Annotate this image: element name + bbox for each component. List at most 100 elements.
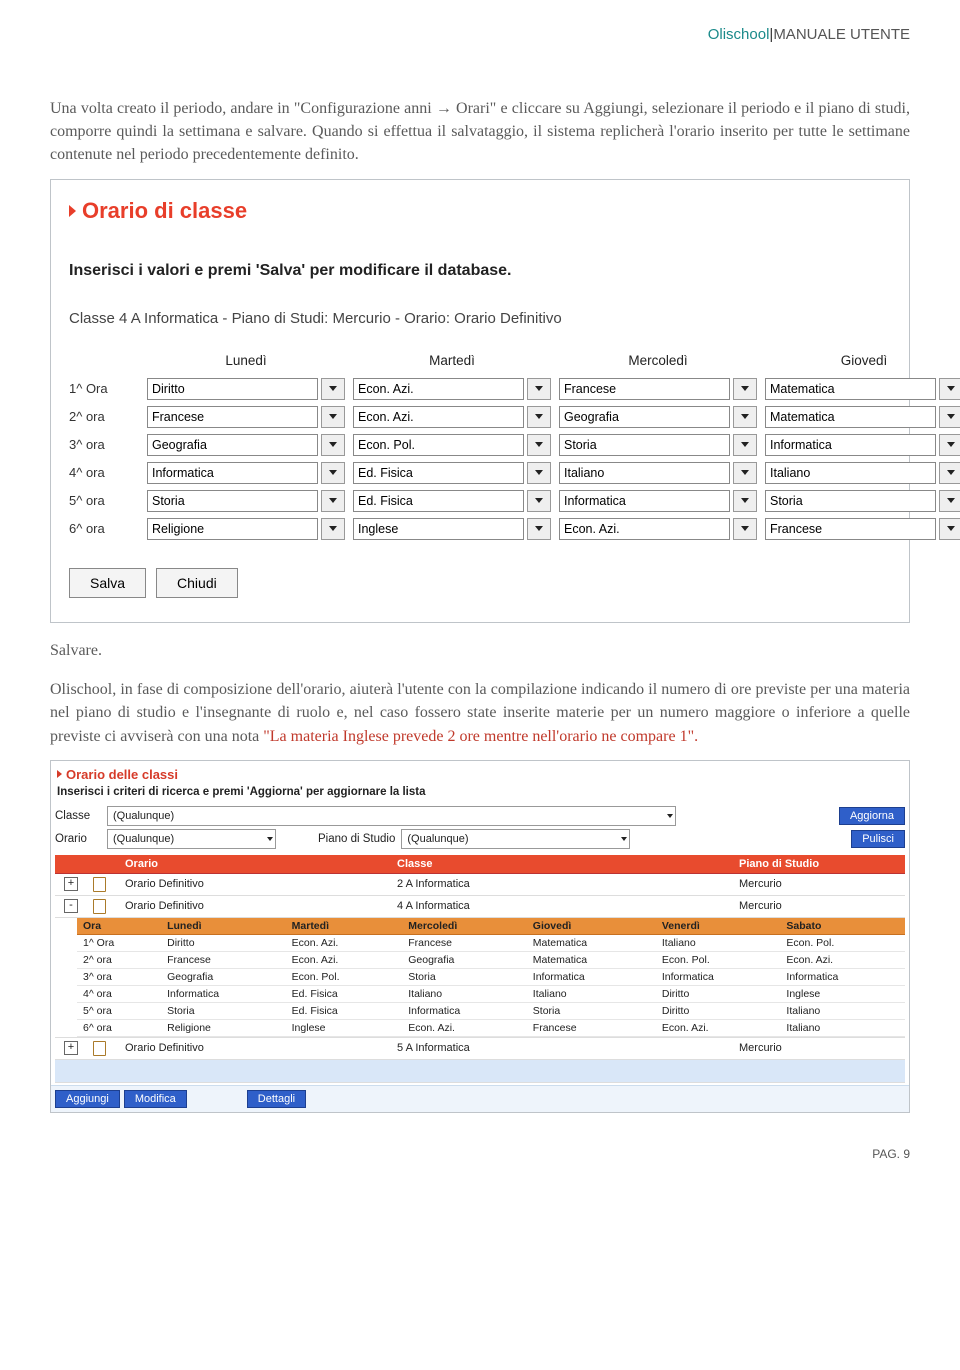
subject-input[interactable] xyxy=(147,518,318,540)
subject-input[interactable] xyxy=(147,490,318,512)
dropdown-toggle[interactable] xyxy=(733,378,757,400)
expand-toggle[interactable]: - xyxy=(55,895,87,917)
details-button[interactable]: Dettagli xyxy=(247,1090,306,1108)
expand-toggle[interactable]: + xyxy=(55,1037,87,1059)
subject-input[interactable] xyxy=(765,490,936,512)
subject-input[interactable] xyxy=(559,406,730,428)
table-row[interactable]: -Orario Definitivo4 A InformaticaMercuri… xyxy=(55,895,905,917)
dropdown-toggle[interactable] xyxy=(939,406,960,428)
subject-input[interactable] xyxy=(353,434,524,456)
subject-input[interactable] xyxy=(147,462,318,484)
cell-piano: Mercurio xyxy=(733,873,905,895)
cell-classe: 5 A Informatica xyxy=(391,1037,733,1059)
subject-input[interactable] xyxy=(147,406,318,428)
paragraph-2: Olischool, in fase di composizione dell'… xyxy=(50,678,910,748)
dropdown-toggle[interactable] xyxy=(321,490,345,512)
subject-input[interactable] xyxy=(353,406,524,428)
chevron-down-icon xyxy=(535,498,543,503)
hour-label: 2^ ora xyxy=(69,409,139,424)
subject-input[interactable] xyxy=(559,518,730,540)
inner-cell: Econ. Pol. xyxy=(780,934,905,951)
inner-cell: Italiano xyxy=(656,934,781,951)
inner-row: 6^ oraReligioneIngleseEcon. Azi.Francese… xyxy=(77,1019,905,1036)
inner-schedule-table: OraLunedìMartedìMercoledìGiovedìVenerdìS… xyxy=(77,918,905,1037)
dropdown-toggle[interactable] xyxy=(527,518,551,540)
minus-icon: - xyxy=(64,899,78,913)
subject-input[interactable] xyxy=(147,378,318,400)
subject-input[interactable] xyxy=(147,434,318,456)
panel-context: Classe 4 A Informatica - Piano di Studi:… xyxy=(69,310,891,327)
expand-toggle[interactable]: + xyxy=(55,873,87,895)
document-icon xyxy=(93,1041,106,1056)
dropdown-toggle[interactable] xyxy=(527,490,551,512)
filter-piano-select[interactable]: (Qualunque) xyxy=(401,829,630,849)
inner-cell: Econ. Azi. xyxy=(402,1019,527,1036)
dropdown-toggle[interactable] xyxy=(527,406,551,428)
dropdown-toggle[interactable] xyxy=(321,378,345,400)
subject-input[interactable] xyxy=(765,378,936,400)
chevron-down-icon xyxy=(329,414,337,419)
dropdown-toggle[interactable] xyxy=(733,406,757,428)
dropdown-toggle[interactable] xyxy=(939,462,960,484)
hour-label: 6^ ora xyxy=(69,521,139,536)
dropdown-toggle[interactable] xyxy=(939,434,960,456)
subject-combo xyxy=(353,378,551,400)
dropdown-toggle[interactable] xyxy=(939,378,960,400)
dropdown-toggle[interactable] xyxy=(733,518,757,540)
dropdown-toggle[interactable] xyxy=(939,490,960,512)
inner-cell: Ed. Fisica xyxy=(286,985,403,1002)
dropdown-toggle[interactable] xyxy=(733,434,757,456)
dropdown-toggle[interactable] xyxy=(321,462,345,484)
dropdown-toggle[interactable] xyxy=(527,434,551,456)
subject-input[interactable] xyxy=(353,462,524,484)
panel2-title: Orario delle classi xyxy=(57,767,905,782)
dropdown-toggle[interactable] xyxy=(527,378,551,400)
subject-combo xyxy=(765,490,960,512)
dropdown-toggle[interactable] xyxy=(321,518,345,540)
filter-orario-select[interactable]: (Qualunque) xyxy=(107,829,276,849)
subject-input[interactable] xyxy=(353,378,524,400)
refresh-button[interactable]: Aggiorna xyxy=(839,807,905,825)
schedule-list-panel: Orario delle classi Inserisci i criteri … xyxy=(50,760,910,1113)
subject-input[interactable] xyxy=(559,434,730,456)
inner-cell: Informatica xyxy=(656,968,781,985)
table-row[interactable]: + Orario Definitivo5 A InformaticaMercuri… xyxy=(55,1037,905,1059)
dropdown-toggle[interactable] xyxy=(733,462,757,484)
table-row[interactable]: +Orario Definitivo2 A InformaticaMercuri… xyxy=(55,873,905,895)
save-button[interactable]: Salva xyxy=(69,568,146,598)
subject-input[interactable] xyxy=(559,378,730,400)
subject-combo xyxy=(147,434,345,456)
subject-input[interactable] xyxy=(559,490,730,512)
schedule-list-table: OrarioClassePiano di Studio+Orario Defin… xyxy=(55,855,905,1083)
inner-cell: Geografia xyxy=(402,951,527,968)
dropdown-toggle[interactable] xyxy=(527,462,551,484)
dropdown-toggle[interactable] xyxy=(321,406,345,428)
cell-orario: Orario Definitivo xyxy=(119,873,391,895)
subject-combo xyxy=(559,434,757,456)
cell-piano: Mercurio xyxy=(733,1037,905,1059)
cell-orario: Orario Definitivo xyxy=(119,1037,391,1059)
subject-input[interactable] xyxy=(353,490,524,512)
dropdown-toggle[interactable] xyxy=(733,490,757,512)
subject-combo xyxy=(765,378,960,400)
edit-button[interactable]: Modifica xyxy=(124,1090,187,1108)
filter-orario-value: (Qualunque) xyxy=(113,833,174,845)
subject-input[interactable] xyxy=(765,434,936,456)
subject-input[interactable] xyxy=(765,462,936,484)
inner-cell: Informatica xyxy=(780,968,905,985)
subject-input[interactable] xyxy=(559,462,730,484)
close-button[interactable]: Chiudi xyxy=(156,568,238,598)
filter-classe-select[interactable]: (Qualunque) xyxy=(107,806,676,826)
document-icon xyxy=(93,877,106,892)
dropdown-toggle[interactable] xyxy=(321,434,345,456)
inner-cell: Storia xyxy=(161,1002,286,1019)
inner-cell: Econ. Azi. xyxy=(286,934,403,951)
dropdown-toggle[interactable] xyxy=(939,518,960,540)
subject-input[interactable] xyxy=(765,406,936,428)
add-button[interactable]: Aggiungi xyxy=(55,1090,120,1108)
subject-combo xyxy=(147,378,345,400)
subject-input[interactable] xyxy=(353,518,524,540)
subject-input[interactable] xyxy=(765,518,936,540)
clear-button[interactable]: Pulisci xyxy=(851,830,905,848)
chevron-down-icon xyxy=(535,526,543,531)
